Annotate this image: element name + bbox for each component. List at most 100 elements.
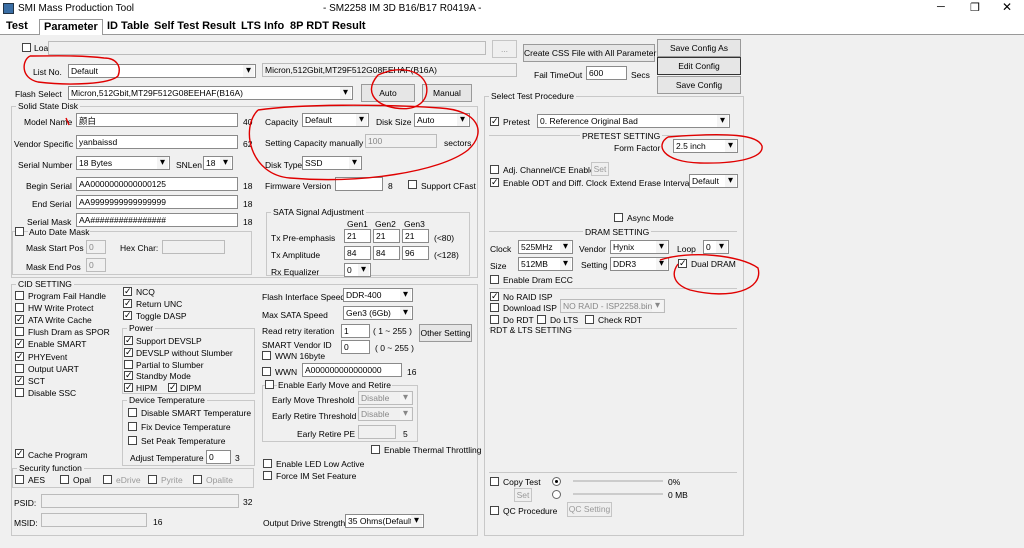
tx-pre-gen1[interactable]: 21 [344, 229, 371, 243]
adj-channel-set-button[interactable]: Set [591, 162, 609, 176]
tx-amp-gen3[interactable]: 96 [402, 246, 429, 260]
extend-erase-select[interactable]: Default [689, 174, 738, 188]
manual-button[interactable]: Manual [422, 84, 472, 102]
early-retire-pe-input[interactable] [358, 425, 396, 439]
tx-amp-gen1[interactable]: 84 [344, 246, 371, 260]
security-checkbox-4[interactable] [193, 475, 202, 484]
early-move-th-select[interactable]: Disable [358, 391, 413, 405]
adjust-temp-input[interactable]: 0 [206, 450, 231, 464]
hex-char-input[interactable] [162, 240, 225, 254]
tab-self-test-result[interactable]: Self Test Result [150, 19, 240, 35]
download-isp-checkbox[interactable] [490, 303, 499, 312]
power-checkbox-3[interactable]: ✓ [124, 371, 133, 381]
model-name-input[interactable]: 颜白 [76, 113, 238, 127]
cid-col2-checkbox-2[interactable]: ✓ [123, 311, 132, 320]
tab-test[interactable]: Test [2, 19, 32, 35]
force-im-checkbox[interactable] [263, 471, 272, 480]
cid-col1-checkbox-0[interactable] [15, 291, 24, 300]
security-checkbox-0[interactable] [15, 475, 24, 484]
cid-col1-checkbox-3[interactable] [15, 327, 24, 337]
close-icon[interactable]: ✕ [1002, 0, 1012, 14]
cid-col1-checkbox-6[interactable] [15, 363, 24, 373]
no-raid-checkbox[interactable]: ✓ [490, 292, 499, 301]
hipm-checkbox[interactable]: ✓ [124, 383, 133, 392]
serial-number-select[interactable]: 18 Bytes [76, 156, 170, 170]
cid-col1-checkbox-4[interactable]: ✓ [15, 339, 24, 349]
qc-setting-button[interactable]: QC Setting [567, 502, 612, 517]
auto-date-mask-checkbox[interactable] [15, 227, 24, 236]
pretest-checkbox[interactable]: ✓ [490, 117, 499, 126]
devtemp-checkbox-2[interactable] [128, 436, 137, 445]
cid-col1-checkbox-8[interactable] [15, 387, 24, 397]
snlen-select[interactable]: 18 [203, 156, 233, 170]
max-sata-select[interactable]: Gen3 (6Gb) [343, 306, 413, 320]
cid-col1-checkbox-7[interactable]: ✓ [15, 375, 24, 385]
copy-percent-slider[interactable] [573, 480, 663, 482]
copy-test-checkbox[interactable] [490, 477, 499, 486]
cid-col2-checkbox-1[interactable]: ✓ [123, 299, 132, 308]
adj-channel-checkbox[interactable] [490, 165, 499, 174]
led-low-checkbox[interactable] [263, 459, 272, 468]
wwn-input[interactable]: A000000000000000 [302, 363, 402, 377]
fail-timeout-input[interactable]: 600 [586, 66, 627, 80]
end-serial-input[interactable]: AA9999999999999999 [76, 195, 238, 209]
pretest-select[interactable]: 0. Reference Original Bad [537, 114, 730, 128]
copy-percent-radio[interactable] [552, 477, 561, 486]
tx-pre-gen3[interactable]: 21 [402, 229, 429, 243]
copy-mb-radio[interactable] [552, 490, 561, 499]
flash-select[interactable]: Micron,512Gbit,MT29F512G08EEHAF(B16A) [68, 86, 353, 100]
mask-end-input[interactable]: 0 [86, 258, 106, 272]
isp-select[interactable]: NO RAID - ISP2258.bin [560, 299, 665, 313]
psid-input[interactable] [41, 494, 239, 508]
cid-col1-checkbox-2[interactable]: ✓ [15, 315, 24, 325]
devtemp-checkbox-1[interactable] [128, 422, 137, 431]
loop-select[interactable]: 0 [703, 240, 729, 254]
firmware-version-input[interactable] [335, 177, 383, 191]
early-move-checkbox[interactable] [265, 380, 274, 389]
early-retire-th-select[interactable]: Disable [358, 407, 413, 421]
serial-mask-input[interactable]: AA################ [76, 213, 238, 227]
msid-input[interactable] [41, 513, 147, 527]
tx-amp-gen2[interactable]: 84 [373, 246, 400, 260]
capacity-select[interactable]: Default [302, 113, 369, 127]
restore-icon[interactable]: ❐ [970, 1, 980, 14]
cid-col2-checkbox-0[interactable]: ✓ [123, 287, 132, 296]
list-no-select[interactable]: Default [68, 64, 256, 78]
other-setting-button[interactable]: Other Setting [419, 324, 472, 342]
dipm-checkbox[interactable]: ✓ [168, 383, 177, 392]
dram-ecc-checkbox[interactable] [490, 275, 499, 284]
minimize-icon[interactable]: ─ [937, 1, 945, 13]
rx-eq-select[interactable]: 0 [344, 263, 371, 277]
security-checkbox-2[interactable] [103, 475, 112, 484]
browse-button[interactable]: ... [492, 40, 517, 58]
wwn-checkbox[interactable] [262, 367, 271, 376]
copy-set-button[interactable]: Set [514, 488, 532, 502]
wwn16-checkbox[interactable] [262, 351, 271, 360]
edit-config-button[interactable]: Edit Config [657, 57, 741, 75]
power-checkbox-0[interactable]: ✓ [124, 336, 133, 345]
tab-id-table[interactable]: ID Table [103, 19, 153, 35]
read-retry-input[interactable]: 1 [341, 324, 370, 338]
vendor-select[interactable]: Hynix [610, 240, 669, 254]
disk-type-select[interactable]: SSD [302, 156, 362, 170]
qc-procedure-checkbox[interactable] [490, 506, 499, 515]
create-css-button[interactable]: Create CSS File with All Parameter [523, 44, 656, 62]
setting-select[interactable]: DDR3 [610, 257, 669, 271]
security-checkbox-1[interactable] [60, 475, 69, 484]
odt-checkbox[interactable]: ✓ [490, 178, 499, 187]
output-strength-select[interactable]: 35 Ohms(Default) [345, 514, 424, 528]
security-checkbox-3[interactable] [148, 475, 157, 484]
cid-col1-checkbox-5[interactable]: ✓ [15, 351, 24, 361]
support-cfast-checkbox[interactable] [408, 180, 417, 189]
power-checkbox-2[interactable] [124, 359, 133, 369]
disk-size-select[interactable]: Auto [414, 113, 470, 127]
setting-capacity-input[interactable]: 100 [365, 134, 437, 148]
load-config-checkbox[interactable] [22, 43, 31, 52]
vendor-specific-input[interactable]: yanbaissd [76, 135, 238, 149]
smart-vendor-input[interactable]: 0 [341, 340, 370, 354]
size-select[interactable]: 512MB [518, 257, 573, 271]
clock-select[interactable]: 525MHz [518, 240, 573, 254]
mask-start-input[interactable]: 0 [86, 240, 106, 254]
do-rdt-checkbox[interactable] [490, 315, 499, 324]
async-checkbox[interactable] [614, 213, 623, 222]
